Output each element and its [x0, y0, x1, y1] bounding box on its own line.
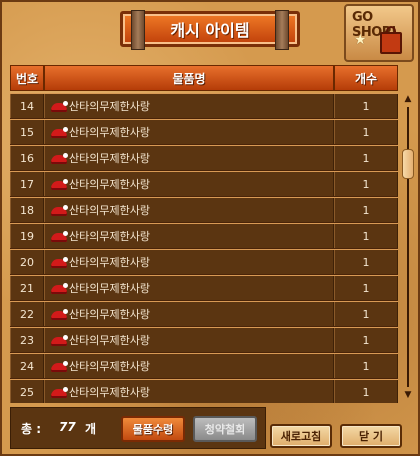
table-row[interactable]: 21 산타의무제한사랑 1 [10, 275, 398, 301]
row-item: 산타의무제한사랑 [44, 250, 334, 274]
refresh-button[interactable]: 새로고침 [270, 424, 332, 448]
table-row[interactable]: 14 산타의무제한사랑 1 [10, 93, 398, 119]
row-count: 1 [334, 380, 398, 403]
santa-hat-icon [51, 256, 68, 268]
go-shop-button[interactable]: GO SHOP! ★ [344, 4, 414, 62]
row-item: 산타의무제한사랑 [44, 120, 334, 144]
total-label: 총 : [21, 422, 42, 436]
row-item-name: 산타의무제한사랑 [69, 178, 150, 191]
table-row[interactable]: 19 산타의무제한사랑 1 [10, 223, 398, 249]
table-row[interactable]: 15 산타의무제한사랑 1 [10, 119, 398, 145]
cash-item-table: 번호 물품명 개수 14 산타의무제한사랑 1 15 산타의무제한사랑 1 16… [10, 65, 414, 405]
row-number: 23 [10, 328, 44, 352]
santa-hat-icon [51, 204, 68, 216]
row-count: 1 [334, 302, 398, 326]
shopping-bag-icon [380, 26, 402, 54]
santa-hat-icon [51, 178, 68, 190]
vertical-scrollbar[interactable]: ▲ ▼ [402, 93, 414, 403]
santa-hat-icon [51, 100, 68, 112]
row-item: 산타의무제한사랑 [44, 354, 334, 378]
title-plate-left-cap [131, 10, 145, 50]
row-item: 산타의무제한사랑 [44, 302, 334, 326]
row-number: 14 [10, 94, 44, 118]
row-item: 산타의무제한사랑 [44, 224, 334, 248]
row-count: 1 [334, 276, 398, 300]
row-item: 산타의무제한사랑 [44, 276, 334, 300]
row-item-name: 산타의무제한사랑 [69, 360, 150, 373]
table-row[interactable]: 24 산타의무제한사랑 1 [10, 353, 398, 379]
santa-hat-icon [51, 282, 68, 294]
row-count: 1 [334, 224, 398, 248]
santa-hat-icon [51, 126, 68, 138]
table-row[interactable]: 23 산타의무제한사랑 1 [10, 327, 398, 353]
santa-hat-icon [51, 308, 68, 320]
row-number: 21 [10, 276, 44, 300]
table-row[interactable]: 17 산타의무제한사랑 1 [10, 171, 398, 197]
row-item-name: 산타의무제한사랑 [69, 386, 150, 399]
title-plate-right-cap [275, 10, 289, 50]
row-item-name: 산타의무제한사랑 [69, 334, 150, 347]
window-title-plate: 캐시 아이템 [120, 10, 300, 50]
row-item-name: 산타의무제한사랑 [69, 256, 150, 269]
row-number: 15 [10, 120, 44, 144]
row-item: 산타의무제한사랑 [44, 94, 334, 118]
row-item-name: 산타의무제한사랑 [69, 152, 150, 165]
row-number: 19 [10, 224, 44, 248]
row-count: 1 [334, 94, 398, 118]
row-count: 1 [334, 146, 398, 170]
row-item-name: 산타의무제한사랑 [69, 126, 150, 139]
scroll-thumb[interactable] [402, 149, 414, 179]
receive-items-button[interactable]: 물품수령 [121, 416, 185, 442]
scroll-up-arrow-icon[interactable]: ▲ [402, 93, 414, 105]
withdraw-subscription-button[interactable]: 청약철회 [193, 416, 257, 442]
row-item: 산타의무제한사랑 [44, 380, 334, 403]
row-number: 17 [10, 172, 44, 196]
scroll-down-arrow-icon[interactable]: ▼ [402, 389, 414, 401]
row-item: 산타의무제한사랑 [44, 328, 334, 352]
row-count: 1 [334, 172, 398, 196]
row-number: 18 [10, 198, 44, 222]
table-row[interactable]: 18 산타의무제한사랑 1 [10, 197, 398, 223]
total-unit: 개 [85, 422, 97, 436]
window-title: 캐시 아이템 [170, 21, 250, 40]
row-number: 22 [10, 302, 44, 326]
santa-hat-icon [51, 230, 68, 242]
row-count: 1 [334, 250, 398, 274]
santa-hat-icon [51, 386, 68, 398]
row-item: 산타의무제한사랑 [44, 172, 334, 196]
row-number: 24 [10, 354, 44, 378]
row-item: 산타의무제한사랑 [44, 146, 334, 170]
table-row[interactable]: 16 산타의무제한사랑 1 [10, 145, 398, 171]
row-item-name: 산타의무제한사랑 [69, 282, 150, 295]
santa-hat-icon [51, 152, 68, 164]
santa-hat-icon [51, 360, 68, 372]
row-item-name: 산타의무제한사랑 [69, 204, 150, 217]
row-count: 1 [334, 354, 398, 378]
column-header-item-name: 물품명 [44, 65, 334, 91]
column-header-count: 개수 [334, 65, 398, 91]
row-item-name: 산타의무제한사랑 [69, 308, 150, 321]
close-button[interactable]: 닫 기 [340, 424, 402, 448]
row-number: 20 [10, 250, 44, 274]
row-item-name: 산타의무제한사랑 [69, 230, 150, 243]
row-item: 산타의무제한사랑 [44, 198, 334, 222]
footer-panel: 총 : 77 개 물품수령 청약철회 [10, 407, 266, 449]
row-count: 1 [334, 120, 398, 144]
table-row[interactable]: 22 산타의무제한사랑 1 [10, 301, 398, 327]
table-row[interactable]: 20 산타의무제한사랑 1 [10, 249, 398, 275]
column-header-number: 번호 [10, 65, 44, 91]
row-number: 16 [10, 146, 44, 170]
star-icon: ★ [354, 32, 367, 48]
row-count: 1 [334, 328, 398, 352]
santa-hat-icon [51, 334, 68, 346]
table-header: 번호 물품명 개수 [10, 65, 398, 91]
row-number: 25 [10, 380, 44, 403]
table-row[interactable]: 25 산타의무제한사랑 1 [10, 379, 398, 403]
total-value: 77 [59, 420, 76, 434]
row-item-name: 산타의무제한사랑 [69, 100, 150, 113]
row-count: 1 [334, 198, 398, 222]
table-body: 14 산타의무제한사랑 1 15 산타의무제한사랑 1 16 산타의무제한사랑 … [10, 93, 398, 403]
cash-item-window: 캐시 아이템 GO SHOP! ★ 번호 물품명 개수 14 산타의무제한사랑 … [0, 0, 420, 456]
